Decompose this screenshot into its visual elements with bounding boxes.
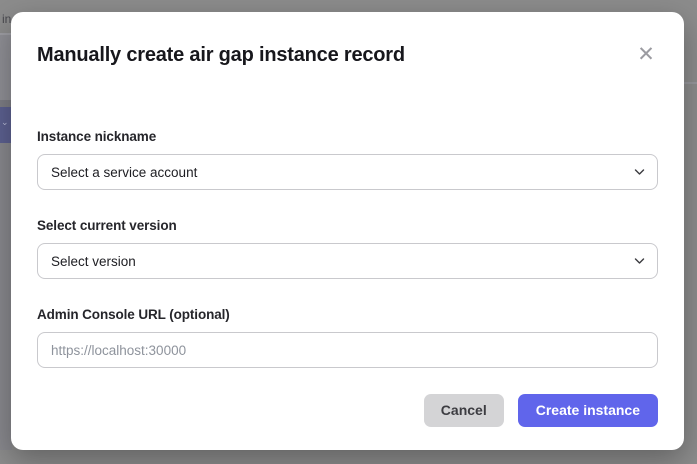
close-icon[interactable]: ✕ — [634, 43, 658, 67]
cancel-button[interactable]: Cancel — [424, 394, 504, 427]
modal-title: Manually create air gap instance record — [37, 42, 405, 68]
instance-nickname-label: Instance nickname — [37, 129, 658, 144]
modal-header: Manually create air gap instance record … — [11, 12, 684, 68]
version-select-wrap: Select version — [37, 243, 658, 279]
field-group-instance-nickname: Instance nickname Select a service accou… — [37, 129, 658, 190]
chevron-down-icon: ⌄ — [1, 117, 9, 128]
service-account-select-wrap: Select a service account — [37, 154, 658, 190]
modal-form: Instance nickname Select a service accou… — [11, 129, 684, 368]
create-instance-button[interactable]: Create instance — [518, 394, 658, 427]
version-select[interactable]: Select version — [37, 243, 658, 279]
field-group-admin-console-url: Admin Console URL (optional) — [37, 307, 658, 368]
create-airgap-instance-modal: Manually create air gap instance record … — [11, 12, 684, 450]
current-version-label: Select current version — [37, 218, 658, 233]
field-group-current-version: Select current version Select version — [37, 218, 658, 279]
admin-console-url-wrap — [37, 332, 658, 368]
admin-console-url-label: Admin Console URL (optional) — [37, 307, 658, 322]
modal-footer: Cancel Create instance — [11, 394, 684, 427]
background-right-line — [684, 82, 697, 84]
admin-console-url-input[interactable] — [37, 332, 658, 368]
background-partial-text: in — [2, 12, 11, 26]
service-account-select[interactable]: Select a service account — [37, 154, 658, 190]
